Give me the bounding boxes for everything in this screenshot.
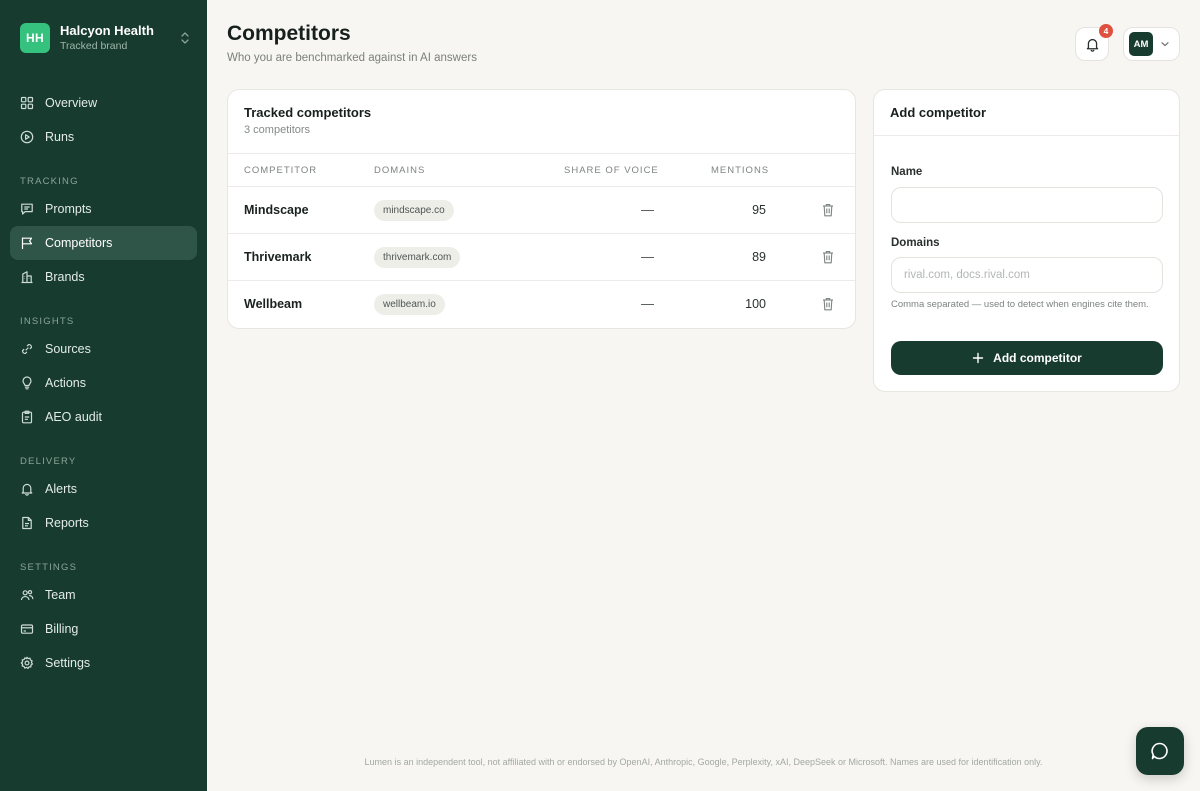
share-of-voice-value: —: [641, 249, 654, 264]
section-title-tracking: TRACKING: [20, 175, 79, 187]
column-header-domains[interactable]: DOMAINS: [374, 165, 425, 176]
credit-card-icon: [20, 624, 34, 634]
sidebar-item-label: Competitors: [45, 236, 113, 250]
building-icon: [21, 271, 33, 284]
chevron-up-down-icon: [181, 32, 189, 44]
bell-icon: [21, 483, 33, 496]
domain-chip: mindscape.co: [374, 200, 454, 221]
table-row: Mindscape mindscape.co — 95: [228, 187, 855, 234]
mentions-value: 100: [745, 297, 766, 311]
link-icon: [22, 344, 32, 354]
card-title: Add competitor: [890, 105, 987, 120]
domains-label: Domains: [891, 237, 940, 249]
bell-icon: [1086, 38, 1098, 52]
clipboard-icon: [21, 410, 33, 424]
brand-switcher[interactable]: HH Halcyon Health Tracked brand: [20, 23, 190, 53]
page-subtitle: Who you are benchmarked against in AI an…: [227, 52, 477, 64]
sidebar-item-settings[interactable]: Settings: [10, 646, 197, 680]
sidebar-item-alerts[interactable]: Alerts: [10, 472, 197, 506]
chat-bubble-icon: [1151, 742, 1168, 760]
sidebar: HH Halcyon Health Tracked brand Overview…: [0, 0, 207, 791]
brand-name: Halcyon Health: [60, 23, 154, 38]
sidebar-item-label: AEO audit: [45, 410, 102, 424]
sidebar-item-label: Brands: [45, 270, 85, 284]
add-competitor-header: Add competitor: [874, 90, 1179, 136]
table-header: COMPETITOR DOMAINS SHARE OF VOICE MENTIO…: [228, 153, 855, 187]
grid-icon: [20, 96, 34, 110]
tracked-competitors-card: Tracked competitors 3 competitors COMPET…: [227, 89, 856, 329]
sidebar-item-label: Settings: [45, 656, 91, 670]
domain-chip: wellbeam.io: [374, 294, 445, 315]
avatar: AM: [1129, 32, 1153, 56]
trash-icon[interactable]: [822, 250, 834, 264]
sidebar-item-runs[interactable]: Runs: [10, 120, 197, 154]
mentions-value: 95: [752, 203, 766, 217]
sidebar-item-label: Runs: [45, 130, 75, 144]
share-of-voice-value: —: [641, 202, 654, 217]
table-row: Thrivemark thrivemark.com — 89: [228, 234, 855, 281]
notification-count-badge: 4: [1099, 24, 1113, 38]
flag-icon: [21, 237, 33, 250]
sidebar-item-billing[interactable]: Billing: [10, 612, 197, 646]
trash-icon[interactable]: [822, 203, 834, 217]
add-competitor-button-label: Add competitor: [993, 351, 1082, 365]
sidebar-item-label: Prompts: [45, 202, 92, 216]
gear-icon: [20, 656, 33, 669]
users-icon: [20, 589, 34, 601]
sidebar-item-prompts[interactable]: Prompts: [10, 192, 197, 226]
trash-icon[interactable]: [822, 297, 834, 311]
brand-text: Halcyon Health Tracked brand: [60, 23, 154, 53]
chat-button[interactable]: [1136, 727, 1184, 775]
column-header-mentions[interactable]: MENTIONS: [711, 165, 769, 176]
sidebar-item-label: Sources: [45, 342, 91, 356]
footer-disclaimer: Lumen is an independent tool, not affili…: [364, 757, 1043, 767]
section-title-delivery: DELIVERY: [20, 455, 77, 467]
competitors-table: COMPETITOR DOMAINS SHARE OF VOICE MENTIO…: [228, 153, 855, 328]
user-menu-button[interactable]: AM: [1123, 27, 1180, 61]
name-label: Name: [891, 166, 923, 178]
domain-chip: thrivemark.com: [374, 247, 461, 268]
chevron-down-icon: [1161, 42, 1169, 47]
document-icon: [22, 516, 32, 530]
message-icon: [21, 203, 33, 215]
domains-input[interactable]: [891, 257, 1163, 293]
sidebar-item-label: Overview: [45, 96, 98, 110]
column-header-share-of-voice[interactable]: SHARE OF VOICE: [564, 165, 659, 176]
name-input[interactable]: [891, 187, 1163, 223]
sidebar-item-label: Team: [45, 588, 76, 602]
domains-help-text: Comma separated — used to detect when en…: [891, 299, 1149, 310]
mentions-value: 89: [752, 250, 766, 264]
sidebar-item-label: Alerts: [45, 482, 77, 496]
sidebar-item-overview[interactable]: Overview: [10, 86, 197, 120]
add-competitor-button[interactable]: Add competitor: [891, 341, 1163, 375]
card-title: Tracked competitors: [244, 105, 372, 120]
page-title: Competitors: [227, 22, 351, 45]
section-title-settings: SETTINGS: [20, 561, 78, 573]
competitor-count: 3 competitors: [244, 124, 311, 136]
sidebar-item-label: Actions: [45, 376, 86, 390]
sidebar-item-competitors[interactable]: Competitors: [10, 226, 197, 260]
table-row: Wellbeam wellbeam.io — 100: [228, 281, 855, 328]
sidebar-nav: Overview Runs TRACKING Prompts Competito…: [10, 86, 197, 680]
lightbulb-icon: [22, 376, 32, 390]
sidebar-item-sources[interactable]: Sources: [10, 332, 197, 366]
sidebar-item-aeo-audit[interactable]: AEO audit: [10, 400, 197, 434]
sidebar-item-brands[interactable]: Brands: [10, 260, 197, 294]
sidebar-item-team[interactable]: Team: [10, 578, 197, 612]
section-title-insights: INSIGHTS: [20, 315, 75, 327]
column-header-competitor[interactable]: COMPETITOR: [244, 165, 317, 176]
competitor-name: Wellbeam: [244, 297, 303, 311]
share-of-voice-value: —: [641, 296, 654, 311]
plus-icon: [972, 352, 984, 364]
competitor-name: Thrivemark: [244, 250, 312, 264]
sidebar-item-label: Billing: [45, 622, 79, 636]
competitor-name: Mindscape: [244, 203, 309, 217]
sidebar-item-label: Reports: [45, 516, 89, 530]
sidebar-item-reports[interactable]: Reports: [10, 506, 197, 540]
sidebar-item-actions[interactable]: Actions: [10, 366, 197, 400]
brand-subtitle: Tracked brand: [60, 40, 128, 52]
add-competitor-card: Add competitor Name Domains Comma separa…: [873, 89, 1180, 392]
brand-avatar: HH: [20, 23, 50, 53]
play-circle-icon: [20, 130, 34, 144]
